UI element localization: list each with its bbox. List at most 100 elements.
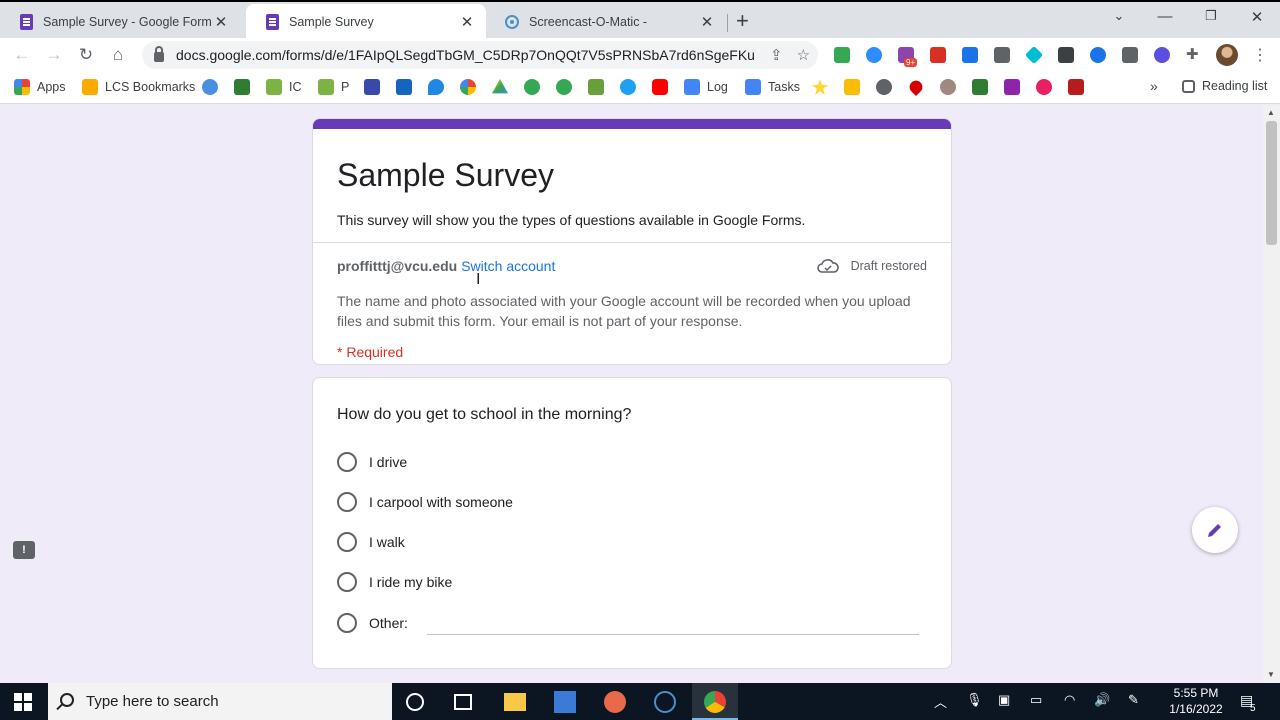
close-tab-icon[interactable]: ✕ [698,13,716,31]
calculator-icon[interactable] [554,691,576,713]
bookmark-icon[interactable] [428,79,444,95]
bookmark-label: Apps [37,80,66,94]
bookmark-icon[interactable] [396,79,412,95]
meet-now-icon[interactable]: ▣ [998,692,1010,708]
bookmark-calendar-icon[interactable] [364,79,380,95]
extension-icon[interactable] [1154,47,1170,63]
microphone-icon[interactable]: 🎙 [966,692,983,708]
paint-icon[interactable] [604,691,626,713]
file-explorer-icon[interactable] [504,693,526,711]
minimize-button[interactable]: — [1150,8,1180,25]
restore-button[interactable]: ❐ [1196,8,1226,24]
account-row: proffitttj@vcu.edu Switch account [337,258,555,274]
draft-status-text: Draft restored [850,259,927,273]
google-icon[interactable] [460,79,476,95]
windows-start-icon[interactable] [14,693,32,711]
radio-button[interactable] [337,532,357,552]
radio-option-bike[interactable]: I ride my bike [337,572,452,592]
cortana-icon[interactable] [406,693,424,711]
bookmark-icon[interactable] [588,79,604,95]
radio-button[interactable] [337,613,357,633]
bookmarks-bar: Apps LCS Bookmarks IC P Log Tasks » Read… [0,72,1280,104]
bookmark-label: LCS Bookmarks [105,80,196,94]
extension-icon[interactable] [962,47,978,63]
zoom-extension-icon[interactable] [866,47,882,63]
extensions-puzzle-icon[interactable]: ✚ [1186,45,1202,63]
bookmarks-overflow-button[interactable]: » [1150,78,1158,94]
bookmark-icon[interactable] [972,79,988,95]
radio-button[interactable] [337,492,357,512]
reading-list-button[interactable]: Reading list [1182,79,1267,93]
reload-button[interactable]: ↻ [76,45,96,65]
bookmark-ic[interactable]: IC [266,79,302,95]
scroll-up-arrow-icon[interactable]: ▲ [1267,108,1275,117]
bookmark-icon[interactable] [234,79,250,95]
bookmark-icon[interactable] [556,79,572,95]
bookmark-icon[interactable] [1068,79,1084,95]
task-view-icon[interactable] [454,694,472,710]
new-tab-button[interactable]: + [736,8,749,34]
tab-search-icon[interactable]: ⌄ [1104,8,1134,24]
radio-button[interactable] [337,572,357,592]
home-button[interactable]: ⌂ [108,45,128,65]
twitter-icon[interactable] [620,79,636,95]
radio-option-walk[interactable]: I walk [337,532,405,552]
form-page[interactable]: Sample Survey This survey will show you … [0,105,1280,683]
url-text[interactable]: docs.google.com/forms/d/e/1FAIpQLSegdTbG… [176,47,756,63]
bookmark-icon[interactable] [940,79,956,95]
bookmark-icon[interactable] [1004,79,1020,95]
report-feedback-icon[interactable]: ! [13,541,35,559]
close-tab-icon[interactable]: ✕ [212,13,230,31]
bookmark-apps[interactable]: Apps [14,79,66,95]
bookmark-lcs-folder[interactable]: LCS Bookmarks [82,79,195,95]
show-hidden-icons-chevron[interactable]: ︿ [934,692,947,711]
taskbar-search-box[interactable]: Type here to search [48,683,392,720]
pen-extension-icon[interactable] [1058,47,1074,63]
bookmark-tasks[interactable]: Tasks [745,79,800,95]
battery-icon[interactable]: ▭ [1030,692,1042,708]
bookmark-log[interactable]: Log [684,79,728,95]
volume-icon[interactable]: 🔊 [1094,692,1110,708]
tab-sample-survey[interactable]: Sample Survey ✕ [246,4,486,40]
wifi-icon[interactable]: ◠ [1064,692,1075,708]
browser-menu-icon[interactable]: ⋮ [1252,45,1268,65]
extension-icon[interactable] [834,47,850,63]
bookmark-p[interactable]: P [318,79,349,95]
radio-option-drive[interactable]: I drive [337,452,407,472]
extension-icon[interactable] [994,47,1010,63]
required-note: * Required [337,344,404,360]
profile-avatar[interactable] [1216,44,1238,66]
radio-button[interactable] [337,452,357,472]
back-button[interactable]: ← [12,45,32,65]
bookmark-icon[interactable] [844,79,860,95]
close-tab-icon[interactable]: ✕ [458,13,476,31]
globe-icon[interactable] [876,79,892,95]
radio-option-other[interactable]: Other: [337,613,408,633]
scroll-down-arrow-icon[interactable]: ▼ [1267,670,1275,679]
extension-icon[interactable] [1090,47,1106,63]
tab-screencast[interactable]: Screencast-O-Matic - ✕ [486,4,726,40]
extension-icon[interactable] [1024,45,1044,65]
tab-google-forms[interactable]: Sample Survey - Google Forms ✕ [0,4,240,40]
address-bar[interactable]: docs.google.com/forms/d/e/1FAIpQLSegdTbG… [142,41,818,69]
close-window-button[interactable]: ✕ [1242,8,1272,26]
taskbar-clock[interactable]: 5:55 PM 1/16/2022 [1160,685,1232,717]
bookmark-cloud-icon[interactable] [202,79,218,95]
clock-time: 5:55 PM [1173,686,1219,700]
scrollbar-thumb[interactable] [1266,121,1277,245]
forward-button[interactable]: → [44,45,64,65]
edit-pencil-button[interactable] [1192,507,1238,553]
extension-icon[interactable] [1122,47,1138,63]
lock-icon[interactable] [154,46,164,62]
bookmark-star-icon[interactable]: ☆ [797,46,810,64]
bookmark-icon[interactable] [524,79,540,95]
bookmark-icon[interactable] [1036,79,1052,95]
other-text-input[interactable] [427,634,919,635]
megaphone-extension-icon[interactable] [930,47,946,63]
share-icon[interactable]: ⇪ [770,46,783,64]
youtube-icon[interactable] [652,79,668,95]
pen-workspace-icon[interactable]: ✎ [1128,692,1139,708]
screencast-taskbar-icon[interactable] [654,691,676,713]
radio-option-carpool[interactable]: I carpool with someone [337,492,513,512]
page-scrollbar[interactable]: ▲ ▼ [1263,105,1280,683]
